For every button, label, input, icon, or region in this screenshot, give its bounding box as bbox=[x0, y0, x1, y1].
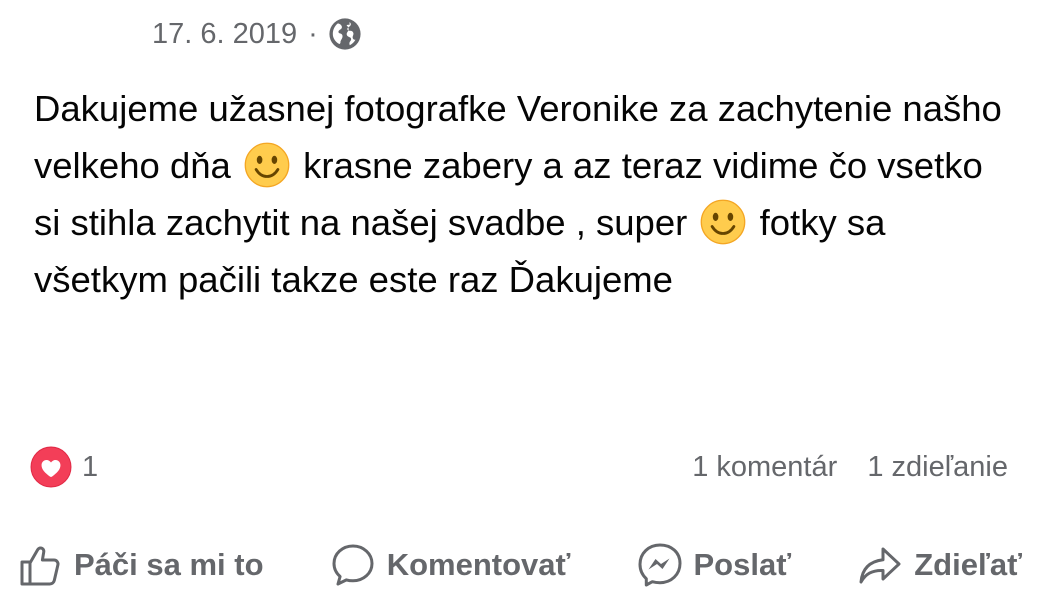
thumbs-up-icon bbox=[20, 546, 60, 586]
post-stats: 1 1 komentár 1 zdieľanie bbox=[30, 444, 1008, 490]
comments-count[interactable]: 1 komentár bbox=[692, 451, 837, 483]
slightly-smiling-face-emoji-icon bbox=[244, 142, 290, 188]
like-button[interactable]: Páči sa mi to bbox=[16, 541, 264, 589]
post-text: Dakujeme užasnej fotografke Veronike za … bbox=[34, 80, 1019, 308]
post-date[interactable]: 17. 6. 2019 bbox=[152, 18, 297, 51]
shares-count[interactable]: 1 zdieľanie bbox=[867, 451, 1008, 483]
like-button-label: Páči sa mi to bbox=[74, 547, 264, 582]
post-header: 17. 6. 2019 · bbox=[152, 12, 362, 56]
share-arrow-icon bbox=[859, 547, 901, 584]
slightly-smiling-face-emoji-icon bbox=[701, 199, 746, 245]
reactions-summary[interactable]: 1 bbox=[30, 446, 98, 488]
post-actions-bar: Páči sa mi to Komentovať Poslať Zdieľať bbox=[16, 534, 1022, 596]
send-button[interactable]: Poslať bbox=[636, 541, 792, 589]
heart-reaction-icon bbox=[30, 446, 72, 488]
comment-button[interactable]: Komentovať bbox=[329, 541, 571, 589]
share-button[interactable]: Zdieľať bbox=[856, 541, 1022, 589]
share-button-label: Zdieľať bbox=[914, 547, 1022, 582]
send-button-label: Poslať bbox=[693, 547, 792, 582]
comment-button-label: Komentovať bbox=[386, 547, 571, 582]
engagement-counts: 1 komentár 1 zdieľanie bbox=[692, 451, 1008, 484]
globe-icon[interactable] bbox=[328, 17, 362, 51]
comment-bubble-icon bbox=[332, 544, 374, 586]
messenger-icon bbox=[638, 543, 681, 587]
header-separator: · bbox=[308, 17, 318, 50]
reaction-count: 1 bbox=[82, 450, 99, 483]
